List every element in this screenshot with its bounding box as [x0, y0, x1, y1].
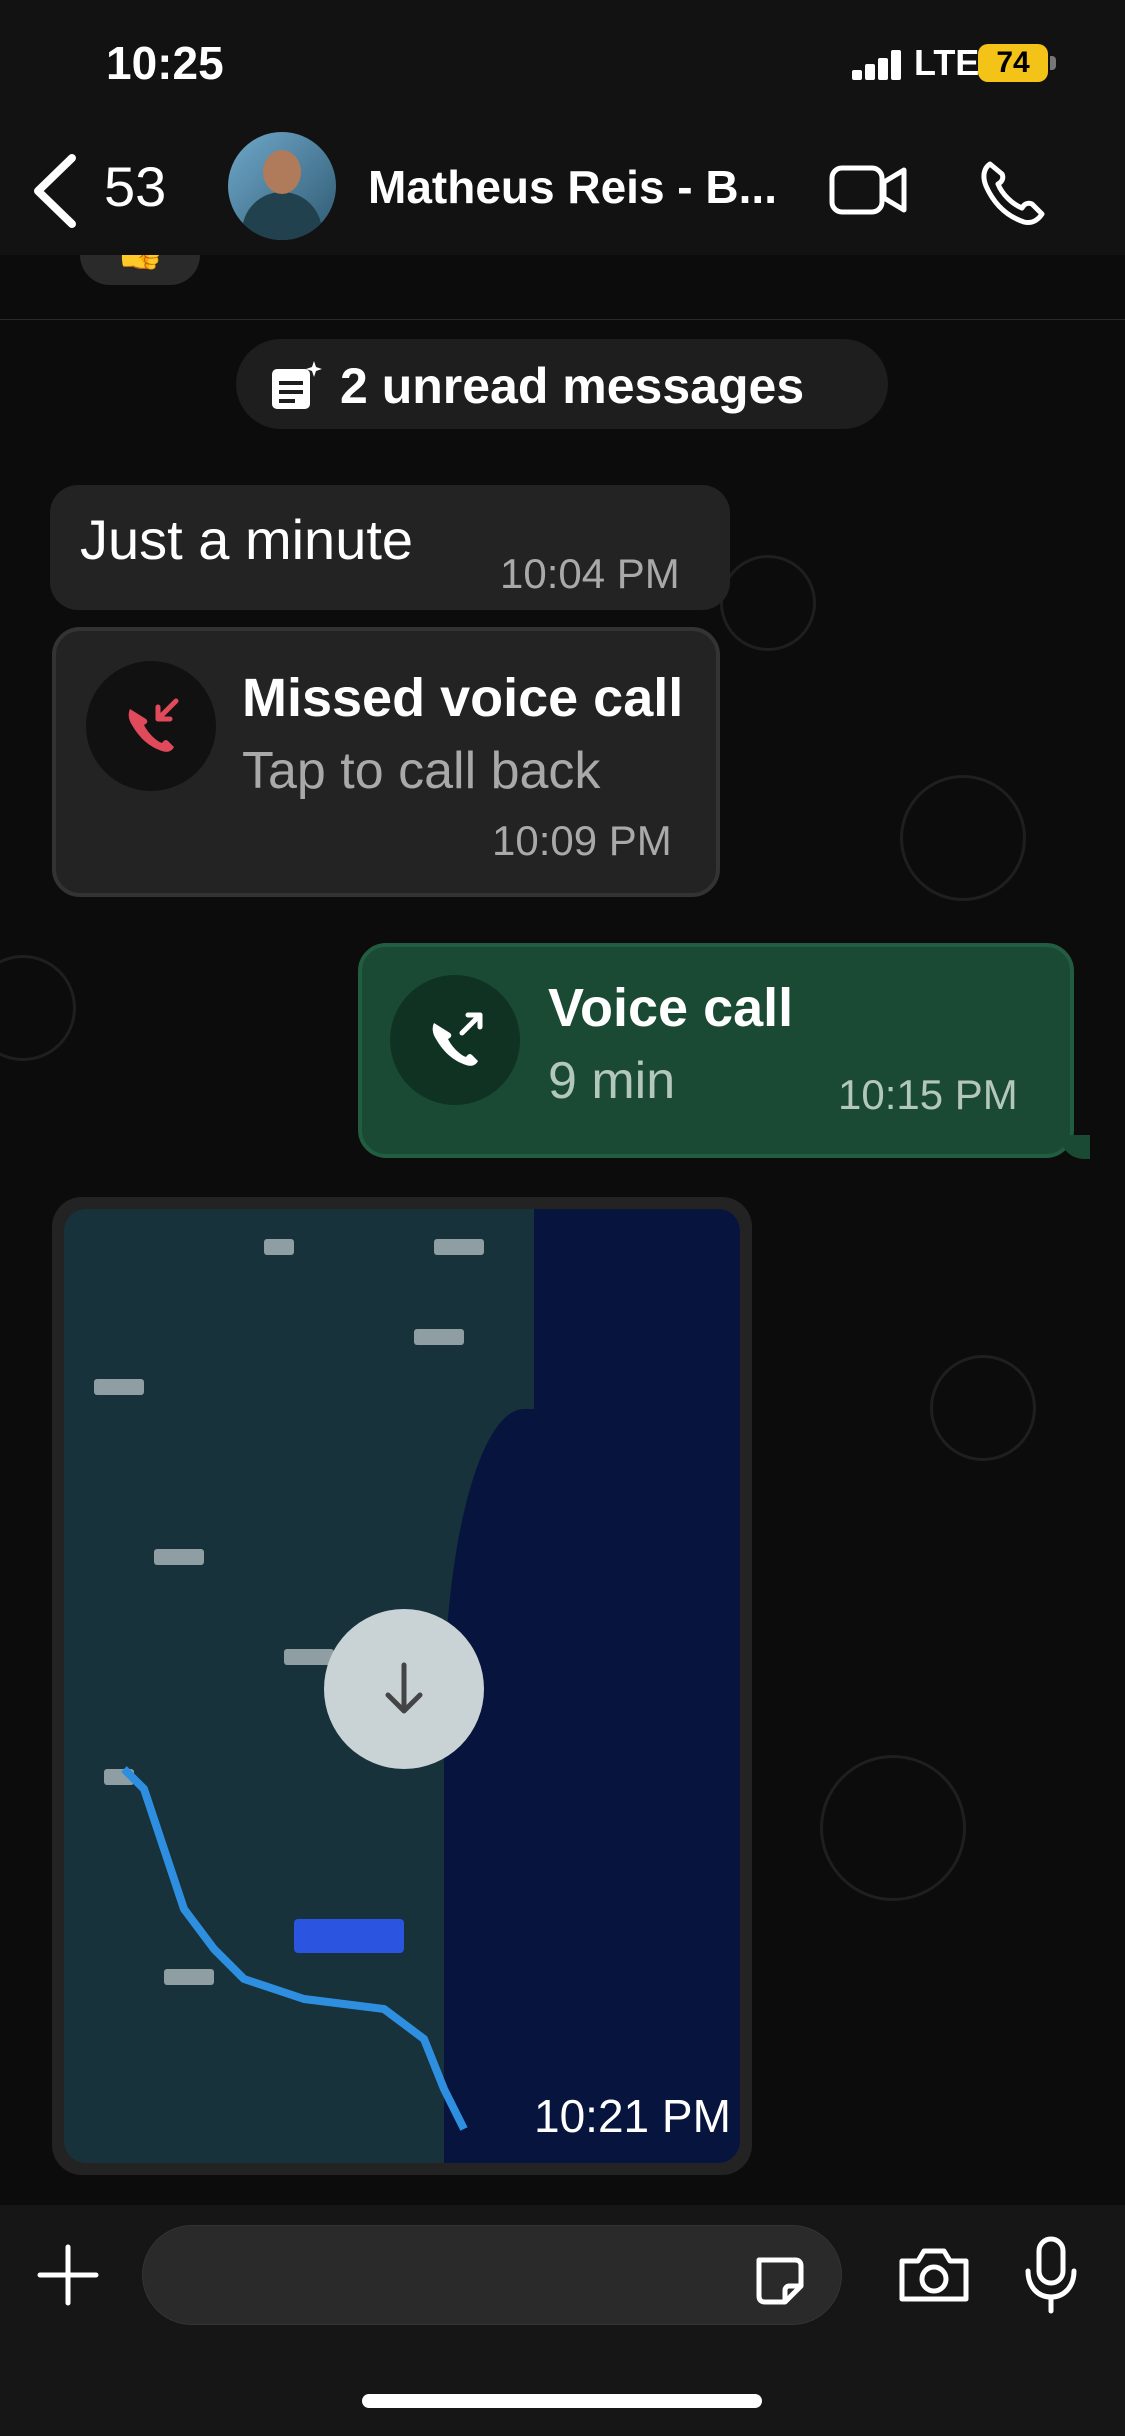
- call-title: Missed voice call: [242, 668, 684, 728]
- chat-header: 53 Matheus Reis - B...: [0, 130, 1125, 256]
- outgoing-call-icon: [432, 1012, 483, 1066]
- plus-icon[interactable]: [36, 2243, 100, 2307]
- call-subtitle: Tap to call back: [242, 742, 601, 800]
- map-image[interactable]: 10:21 PM: [64, 1209, 740, 2163]
- voice-call-bubble[interactable]: Voice call 9 min 10:15 PM: [358, 943, 1074, 1158]
- download-button[interactable]: [324, 1609, 484, 1769]
- divider: [0, 319, 1125, 320]
- missed-call-bubble[interactable]: Missed voice call Tap to call back 10:09…: [52, 627, 720, 897]
- status-bar: 10:25 LTE 74: [0, 0, 1125, 130]
- message-time: 10:15 PM: [838, 1071, 1018, 1118]
- message-text: Just a minute: [80, 508, 414, 571]
- video-call-icon[interactable]: [828, 160, 908, 220]
- map-image-bubble[interactable]: 10:21 PM: [52, 1197, 752, 2175]
- sticker-icon[interactable]: [751, 2252, 807, 2308]
- chat-area[interactable]: 👍 2 unread messages Just a minute 10:04 …: [0, 255, 1125, 2205]
- microphone-icon[interactable]: [1022, 2235, 1080, 2315]
- bubble-tail: [1060, 1135, 1090, 1159]
- unread-messages-pill: 2 unread messages: [236, 339, 888, 429]
- outgoing-call-icon-wrap: [390, 975, 520, 1105]
- home-indicator: [362, 2394, 762, 2408]
- phone-icon[interactable]: [976, 158, 1046, 228]
- call-subtitle: 9 min: [548, 1052, 676, 1110]
- route-tag: [294, 1919, 404, 1953]
- message-bubble[interactable]: Just a minute 10:04 PM: [50, 485, 730, 610]
- message-time: 10:21 PM: [534, 2090, 731, 2142]
- message-time: 10:09 PM: [492, 817, 672, 864]
- signal-icon: [852, 50, 902, 80]
- reaction-chip[interactable]: 👍: [80, 255, 200, 285]
- battery-indicator: 74: [978, 44, 1048, 82]
- message-input[interactable]: [142, 2225, 842, 2325]
- call-title: Voice call: [548, 978, 794, 1038]
- contact-name[interactable]: Matheus Reis - B...: [368, 160, 798, 214]
- network-label: LTE: [914, 42, 980, 83]
- status-time: 10:25: [106, 37, 224, 89]
- avatar[interactable]: [228, 132, 336, 240]
- unread-icon: [272, 361, 322, 409]
- message-time: 10:04 PM: [500, 550, 680, 597]
- battery-cap: [1050, 56, 1056, 70]
- download-icon: [385, 1662, 423, 1714]
- unread-label: 2 unread messages: [340, 358, 805, 414]
- camera-icon[interactable]: [896, 2245, 972, 2305]
- back-unread-count[interactable]: 53: [104, 154, 166, 219]
- missed-call-icon-wrap: [86, 661, 216, 791]
- missed-call-icon: [128, 698, 179, 752]
- back-chevron-icon[interactable]: [28, 152, 88, 230]
